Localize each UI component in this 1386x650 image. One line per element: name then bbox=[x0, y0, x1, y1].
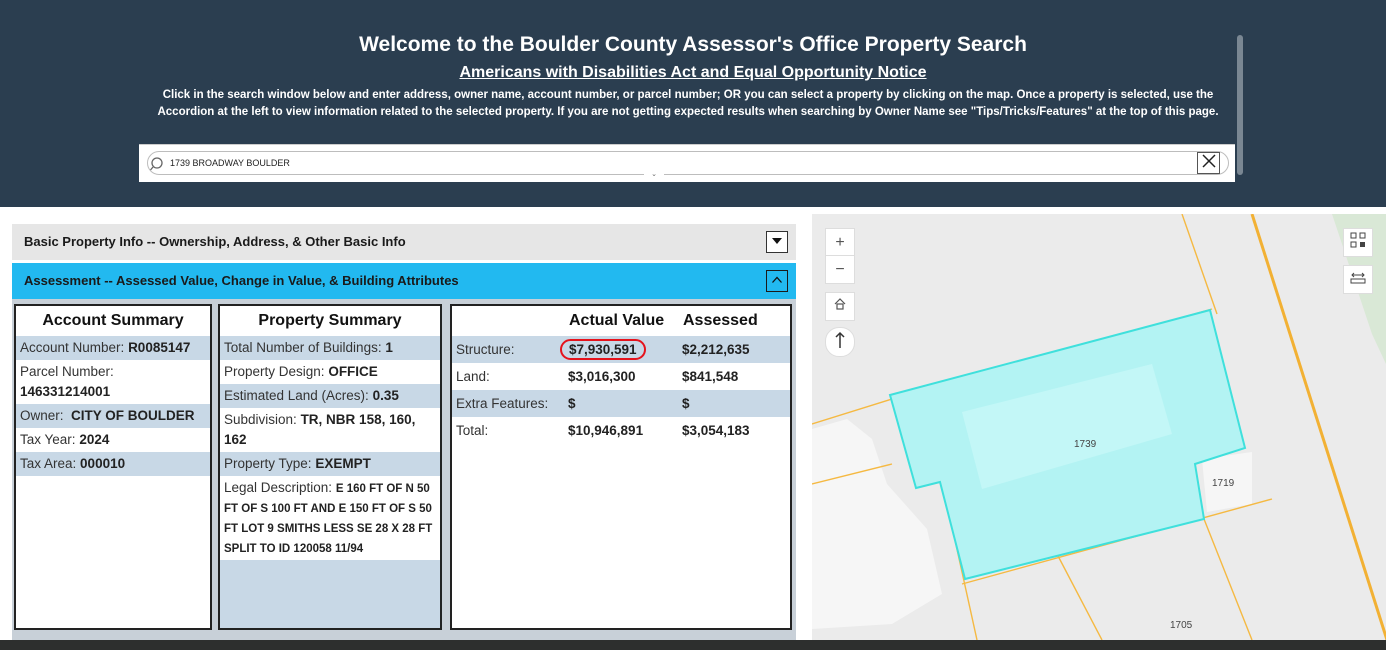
tax-area-row: Tax Area: 000010 bbox=[16, 452, 210, 476]
collapse-header-handle[interactable]: ⌄ bbox=[644, 171, 664, 180]
search-input[interactable]: 1739 BROADWAY BOULDER bbox=[170, 158, 290, 168]
home-icon bbox=[833, 297, 847, 316]
buildings-row: Total Number of Buildings: 1 bbox=[220, 336, 440, 360]
parcel-label-1705: 1705 bbox=[1170, 620, 1193, 631]
clear-search-button[interactable] bbox=[1197, 152, 1220, 174]
search-input-frame[interactable] bbox=[147, 151, 1229, 175]
north-arrow-icon bbox=[834, 331, 846, 354]
header-scrollbar[interactable] bbox=[1237, 35, 1243, 175]
chevron-up-icon bbox=[771, 272, 783, 290]
zoom-out-button[interactable]: − bbox=[825, 255, 855, 284]
home-button[interactable] bbox=[825, 292, 855, 321]
parcel-map[interactable]: 1739 1719 1705 + − bbox=[812, 214, 1386, 640]
qr-code-button[interactable] bbox=[1343, 228, 1373, 257]
table-row: Land: $3,016,300 $841,548 bbox=[456, 369, 739, 384]
account-summary-card: Account Summary Account Number: R0085147… bbox=[14, 304, 212, 630]
actual-value-header: Actual Value bbox=[569, 312, 665, 329]
card-title: Account Summary bbox=[42, 312, 184, 329]
table-row: Structure: $7,930,591 $2,212,635 bbox=[452, 336, 790, 363]
search-instructions: Click in the search window below and ent… bbox=[157, 89, 1219, 118]
measure-icon bbox=[1350, 270, 1366, 289]
close-icon bbox=[1201, 153, 1216, 173]
compass-button[interactable] bbox=[825, 327, 855, 357]
page-title: Welcome to the Boulder County Assessor's… bbox=[359, 33, 1027, 56]
accordion-assessment[interactable]: Assessment -- Assessed Value, Change in … bbox=[12, 263, 796, 299]
account-number-row: Account Number: R0085147 bbox=[16, 336, 210, 360]
expand-button[interactable] bbox=[766, 231, 788, 253]
parcel-label-1739: 1739 bbox=[1074, 439, 1097, 450]
qr-code-icon bbox=[1350, 232, 1366, 253]
taskbar-strip bbox=[0, 640, 1386, 650]
acres-row: Estimated Land (Acres): 0.35 bbox=[220, 384, 440, 408]
accordion-label: Basic Property Info -- Ownership, Addres… bbox=[24, 234, 406, 249]
highlighted-value: $7,930,591 bbox=[560, 339, 646, 360]
subdivision-row: Subdivision: TR, NBR 158, 160, 162 bbox=[220, 408, 440, 452]
accordion-basic-property-info[interactable]: Basic Property Info -- Ownership, Addres… bbox=[12, 224, 796, 260]
collapse-button[interactable] bbox=[766, 270, 788, 292]
search-icon bbox=[150, 156, 166, 177]
accordion-panel: Basic Property Info -- Ownership, Addres… bbox=[0, 215, 810, 650]
assessment-content: Account Summary Account Number: R0085147… bbox=[12, 299, 796, 641]
tax-year-row: Tax Year: 2024 bbox=[20, 432, 110, 447]
zoom-in-button[interactable]: + bbox=[825, 228, 855, 256]
caret-down-icon bbox=[771, 233, 783, 251]
ada-notice-link[interactable]: Americans with Disabilities Act and Equa… bbox=[0, 64, 1386, 82]
legal-description-row: Legal Description: E 160 FT OF N 50 FT O… bbox=[220, 476, 440, 560]
values-table: Actual Value Assessed Structure: $7,930,… bbox=[452, 306, 790, 444]
property-summary-card: Property Summary Total Number of Buildin… bbox=[218, 304, 442, 630]
values-card: Actual Value Assessed Structure: $7,930,… bbox=[450, 304, 792, 630]
header-banner: Welcome to the Boulder County Assessor's… bbox=[0, 0, 1386, 207]
card-title: Property Summary bbox=[220, 306, 440, 336]
measure-button[interactable] bbox=[1343, 265, 1373, 294]
design-row: Property Design: OFFICE bbox=[220, 360, 440, 384]
owner-row: Owner: CITY OF BOULDER bbox=[16, 404, 210, 428]
property-type-row: Property Type: EXEMPT bbox=[220, 452, 440, 476]
table-row: Total: $10,946,891 $3,054,183 bbox=[456, 423, 750, 438]
map-canvas[interactable]: 1739 1719 1705 bbox=[812, 214, 1386, 640]
search-bar: 1739 BROADWAY BOULDER ⌄ bbox=[139, 144, 1235, 182]
parcel-number-row: Parcel Number: 146331214001 bbox=[20, 364, 114, 399]
parcel-label-1719: 1719 bbox=[1212, 478, 1235, 489]
accordion-label: Assessment -- Assessed Value, Change in … bbox=[24, 273, 459, 288]
table-row: Extra Features: $ $ bbox=[452, 390, 790, 417]
assessed-header: Assessed bbox=[683, 312, 758, 329]
